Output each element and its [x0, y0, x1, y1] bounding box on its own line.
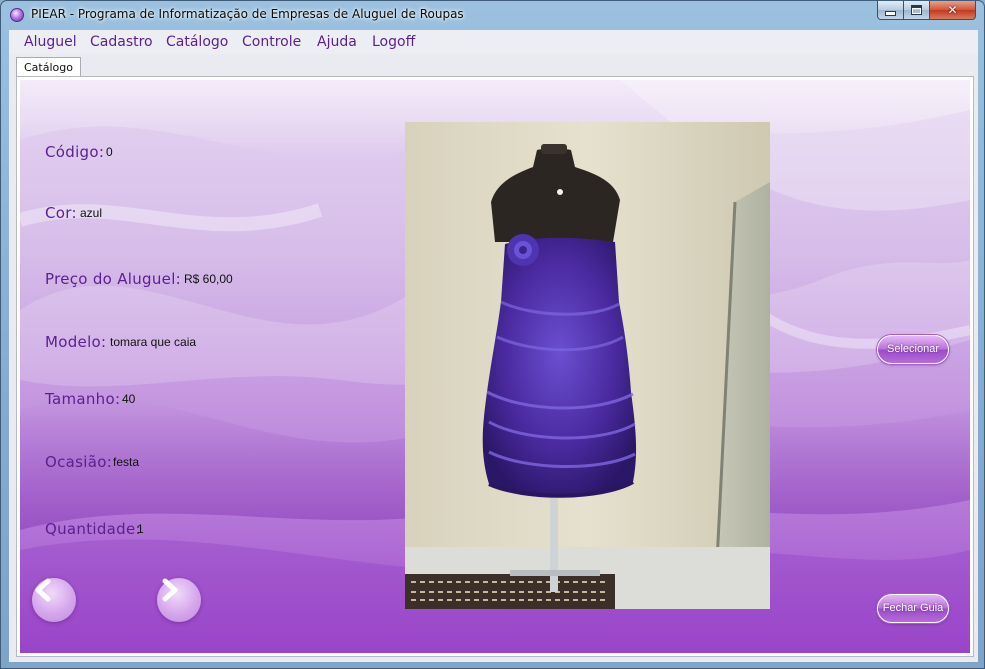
dress-photo	[405, 122, 770, 609]
window-controls: ✕	[877, 1, 976, 21]
label-ocasiao: Ocasião:	[45, 453, 113, 471]
minimize-icon	[885, 10, 896, 16]
value-codigo: 0	[106, 145, 113, 159]
minimize-button[interactable]	[877, 1, 904, 20]
title-bar[interactable]: PIEAR - Programa de Informatização de Em…	[1, 1, 984, 29]
silk-background: Código: 0 Cor: azul Preço do Aluguel: R$…	[20, 80, 970, 653]
chevron-right-icon	[162, 578, 178, 602]
maximize-icon	[911, 5, 922, 15]
label-tamanho: Tamanho:	[45, 390, 121, 408]
menu-controle[interactable]: Controle	[242, 34, 301, 50]
tab-catalogo[interactable]: Catálogo	[16, 57, 81, 77]
previous-button[interactable]	[32, 578, 76, 622]
label-quantidade: Quantidade:	[45, 520, 141, 538]
window-title: PIEAR - Programa de Informatização de Em…	[31, 7, 464, 21]
value-modelo: tomara que caia	[110, 335, 197, 349]
next-button[interactable]	[157, 578, 201, 622]
label-preco: Preço do Aluguel:	[45, 270, 182, 288]
client-area: Aluguel Cadastro Catálogo Controle Ajuda…	[9, 30, 978, 662]
maximize-button[interactable]	[904, 1, 930, 20]
fechar-guia-button[interactable]: Fechar Guia	[877, 594, 949, 623]
menu-cadastro[interactable]: Cadastro	[90, 34, 153, 50]
label-codigo: Código:	[45, 143, 105, 161]
chevron-left-icon	[35, 578, 51, 602]
menu-ajuda[interactable]: Ajuda	[317, 34, 357, 50]
app-icon[interactable]	[10, 8, 24, 22]
menu-logoff[interactable]: Logoff	[372, 34, 415, 50]
value-ocasiao: festa	[113, 455, 140, 469]
value-cor: azul	[80, 206, 103, 220]
close-button[interactable]: ✕	[930, 1, 976, 20]
label-modelo: Modelo:	[45, 333, 107, 351]
value-quantidade: 1	[137, 522, 144, 536]
catalog-panel: Código: 0 Cor: azul Preço do Aluguel: R$…	[16, 76, 974, 657]
menu-catalogo[interactable]: Catálogo	[166, 34, 228, 50]
menu-bar: Aluguel Cadastro Catálogo Controle Ajuda…	[9, 30, 978, 54]
value-tamanho: 40	[122, 392, 136, 406]
app-window: PIEAR - Programa de Informatização de Em…	[0, 0, 985, 669]
value-preco: R$ 60,00	[184, 272, 233, 286]
selecionar-button[interactable]: Selecionar	[877, 335, 949, 364]
label-cor: Cor:	[45, 204, 77, 222]
close-icon: ✕	[947, 3, 958, 17]
menu-aluguel[interactable]: Aluguel	[24, 34, 77, 50]
